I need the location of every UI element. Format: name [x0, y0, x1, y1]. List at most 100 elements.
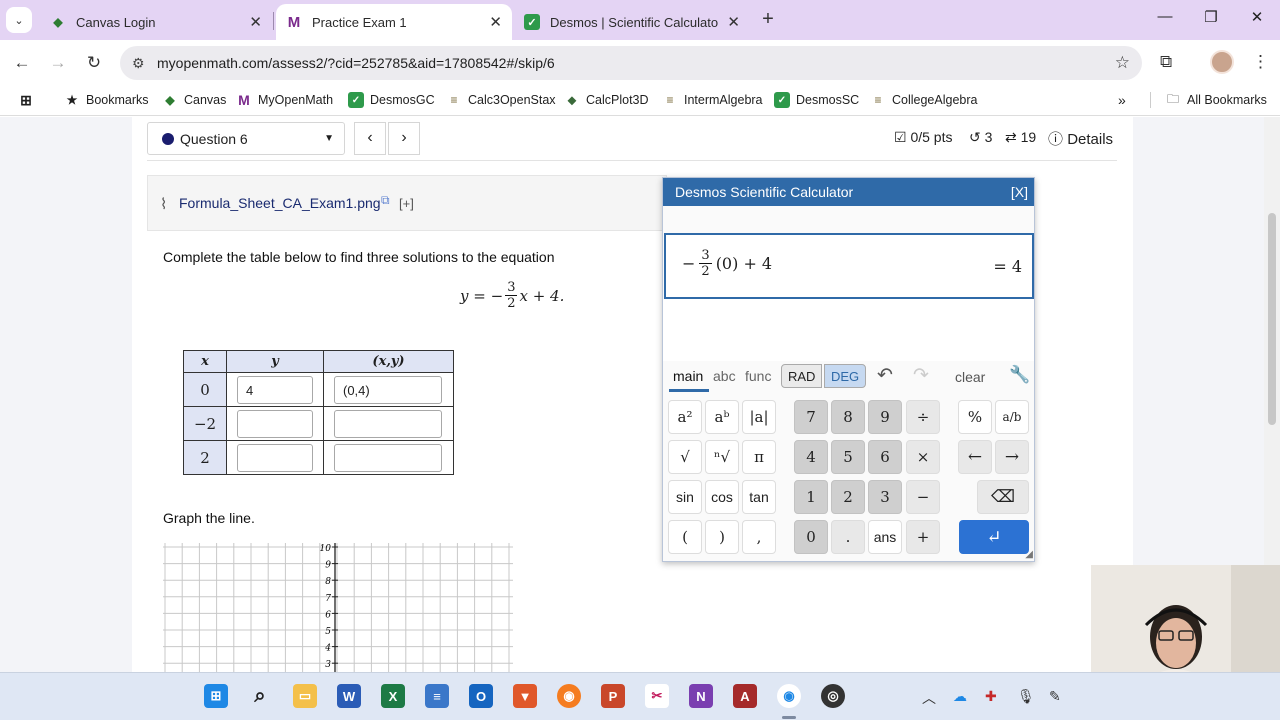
keypad-tab-main[interactable]: main: [673, 368, 703, 384]
close-window-icon[interactable]: ✕: [1242, 8, 1272, 26]
menu-kebab-icon[interactable]: ⋮: [1252, 52, 1269, 72]
key-3[interactable]: 3: [868, 480, 902, 514]
bookmark-bookmarks[interactable]: ★ Bookmarks: [64, 92, 149, 108]
y-answer-input[interactable]: [237, 443, 313, 472]
reload-icon[interactable]: ↻: [83, 52, 105, 74]
key-comma[interactable]: ,: [742, 520, 776, 554]
brave-icon[interactable]: ▼: [513, 684, 537, 708]
key-ans[interactable]: ans: [868, 520, 902, 554]
clear-button[interactable]: clear: [955, 369, 985, 385]
details-button[interactable]: ⓘ Details: [1048, 128, 1113, 149]
bookmark-myopenmath[interactable]: M MyOpenMath: [236, 92, 333, 108]
bookmark-desmossc[interactable]: ✓ DesmosSC: [774, 92, 859, 108]
desmos-empty-expression-area[interactable]: [663, 299, 1034, 361]
key-6[interactable]: 6: [868, 440, 902, 474]
key-abs[interactable]: |a|: [742, 400, 776, 434]
next-question-button[interactable]: ›: [388, 122, 420, 155]
previous-question-button[interactable]: ‹: [354, 122, 386, 155]
keypad-tab-abc[interactable]: abc: [713, 368, 736, 384]
key-4[interactable]: 4: [794, 440, 828, 474]
site-info-icon[interactable]: ⚙: [132, 55, 145, 72]
formula-sheet-link[interactable]: Formula_Sheet_CA_Exam1.png: [179, 195, 381, 211]
key-1[interactable]: 1: [794, 480, 828, 514]
bookmark-collegealgebra[interactable]: ≡ CollegeAlgebra: [870, 92, 977, 108]
desmos-expression-line[interactable]: − 32 (0) + 4 = 4: [664, 233, 1034, 299]
bookmark-canvas[interactable]: ◆ Canvas: [162, 92, 226, 108]
point-answer-input[interactable]: (0,4): [334, 375, 442, 404]
scrollbar-thumb[interactable]: [1268, 213, 1276, 425]
onedrive-icon[interactable]: ☁: [953, 688, 967, 705]
key-square[interactable]: a²: [668, 400, 702, 434]
y-answer-input[interactable]: 4: [237, 375, 313, 404]
graphing-grid[interactable]: 10 9 8 7 6 5 4 3: [163, 543, 513, 673]
outlook-icon[interactable]: O: [469, 684, 493, 708]
key-2[interactable]: 2: [831, 480, 865, 514]
key-5[interactable]: 5: [831, 440, 865, 474]
close-tab-icon[interactable]: ✕: [727, 13, 740, 31]
key-right-arrow-icon[interactable]: →: [995, 440, 1029, 474]
bookmark-desmosgc[interactable]: ✓ DesmosGC: [348, 92, 435, 108]
excel-icon[interactable]: X: [381, 684, 405, 708]
point-answer-input[interactable]: [334, 443, 442, 472]
key-nth-root[interactable]: ⁿ√: [705, 440, 739, 474]
wrench-settings-icon[interactable]: 🔧: [1009, 365, 1030, 385]
word-icon[interactable]: W: [337, 684, 361, 708]
snipping-tool-icon[interactable]: ✂: [645, 684, 669, 708]
desmos-close-button[interactable]: [X]: [1011, 184, 1028, 200]
restore-icon[interactable]: ❐: [1196, 8, 1226, 26]
key-plus[interactable]: +: [906, 520, 940, 554]
key-enter-icon[interactable]: ↵: [959, 520, 1029, 554]
tab-canvas-login[interactable]: ◆ Canvas Login ✕: [40, 4, 272, 40]
file-explorer-icon[interactable]: ▭: [293, 684, 317, 708]
key-sqrt[interactable]: √: [668, 440, 702, 474]
notepad-icon[interactable]: ≡: [425, 684, 449, 708]
key-power[interactable]: aᵇ: [705, 400, 739, 434]
desmos-title-bar[interactable]: Desmos Scientific Calculator [X]: [663, 178, 1034, 206]
key-minus[interactable]: −: [906, 480, 940, 514]
close-tab-icon[interactable]: ✕: [249, 13, 262, 31]
url-text[interactable]: myopenmath.com/assess2/?cid=252785&aid=1…: [157, 55, 555, 71]
expand-help-link[interactable]: [+]: [399, 196, 414, 211]
close-tab-icon[interactable]: ✕: [489, 13, 502, 31]
key-fraction[interactable]: a/b: [995, 400, 1029, 434]
key-sin[interactable]: sin: [668, 480, 702, 514]
key-8[interactable]: 8: [831, 400, 865, 434]
windows-start-icon[interactable]: ⊞: [204, 684, 228, 708]
key-open-paren[interactable]: (: [668, 520, 702, 554]
key-decimal[interactable]: .: [831, 520, 865, 554]
profile-avatar[interactable]: [1210, 50, 1234, 74]
obs-icon[interactable]: ◎: [821, 684, 845, 708]
external-link-icon[interactable]: ⧉: [381, 193, 390, 208]
bookmark-calcplot3d[interactable]: ⬥ CalcPlot3D: [564, 92, 649, 108]
keypad-tab-func[interactable]: func: [745, 368, 771, 384]
new-tab-button[interactable]: +: [756, 8, 780, 32]
resize-grip-icon[interactable]: ◢: [1025, 549, 1033, 560]
key-divide[interactable]: ÷: [906, 400, 940, 434]
redo-icon[interactable]: ↷: [913, 364, 929, 387]
bookmark-star-icon[interactable]: ☆: [1115, 53, 1130, 73]
extensions-icon[interactable]: ⧉: [1160, 52, 1172, 72]
more-bookmarks-chevron-icon[interactable]: »: [1118, 92, 1126, 108]
tab-desmos[interactable]: ✓ Desmos | Scientific Calculator ✕: [514, 4, 750, 40]
back-arrow-icon[interactable]: ←: [11, 52, 33, 74]
tab-search-dropdown[interactable]: ⌄: [6, 7, 32, 33]
apps-grid-icon[interactable]: ⊞: [18, 92, 40, 108]
access-icon[interactable]: A: [733, 684, 757, 708]
firefox-icon[interactable]: ◉: [557, 684, 581, 708]
address-bar[interactable]: ⚙ myopenmath.com/assess2/?cid=252785&aid…: [120, 46, 1142, 80]
tray-chevron-icon[interactable]: ︿: [922, 688, 936, 708]
microphone-icon[interactable]: 🎙: [1017, 688, 1035, 705]
onenote-icon[interactable]: N: [689, 684, 713, 708]
forward-arrow-icon[interactable]: →: [47, 52, 69, 74]
key-0[interactable]: 0: [794, 520, 828, 554]
y-answer-input[interactable]: [237, 409, 313, 438]
minimize-icon[interactable]: —: [1150, 8, 1180, 25]
key-multiply[interactable]: ×: [906, 440, 940, 474]
pen-icon[interactable]: ✎: [1049, 688, 1061, 705]
key-7[interactable]: 7: [794, 400, 828, 434]
key-left-arrow-icon[interactable]: ←: [958, 440, 992, 474]
mode-deg-button[interactable]: DEG: [824, 364, 867, 388]
bookmark-intermalgebra[interactable]: ≡ IntermAlgebra: [662, 92, 762, 108]
question-selector[interactable]: Question 6 ▼: [147, 122, 345, 155]
key-tan[interactable]: tan: [742, 480, 776, 514]
